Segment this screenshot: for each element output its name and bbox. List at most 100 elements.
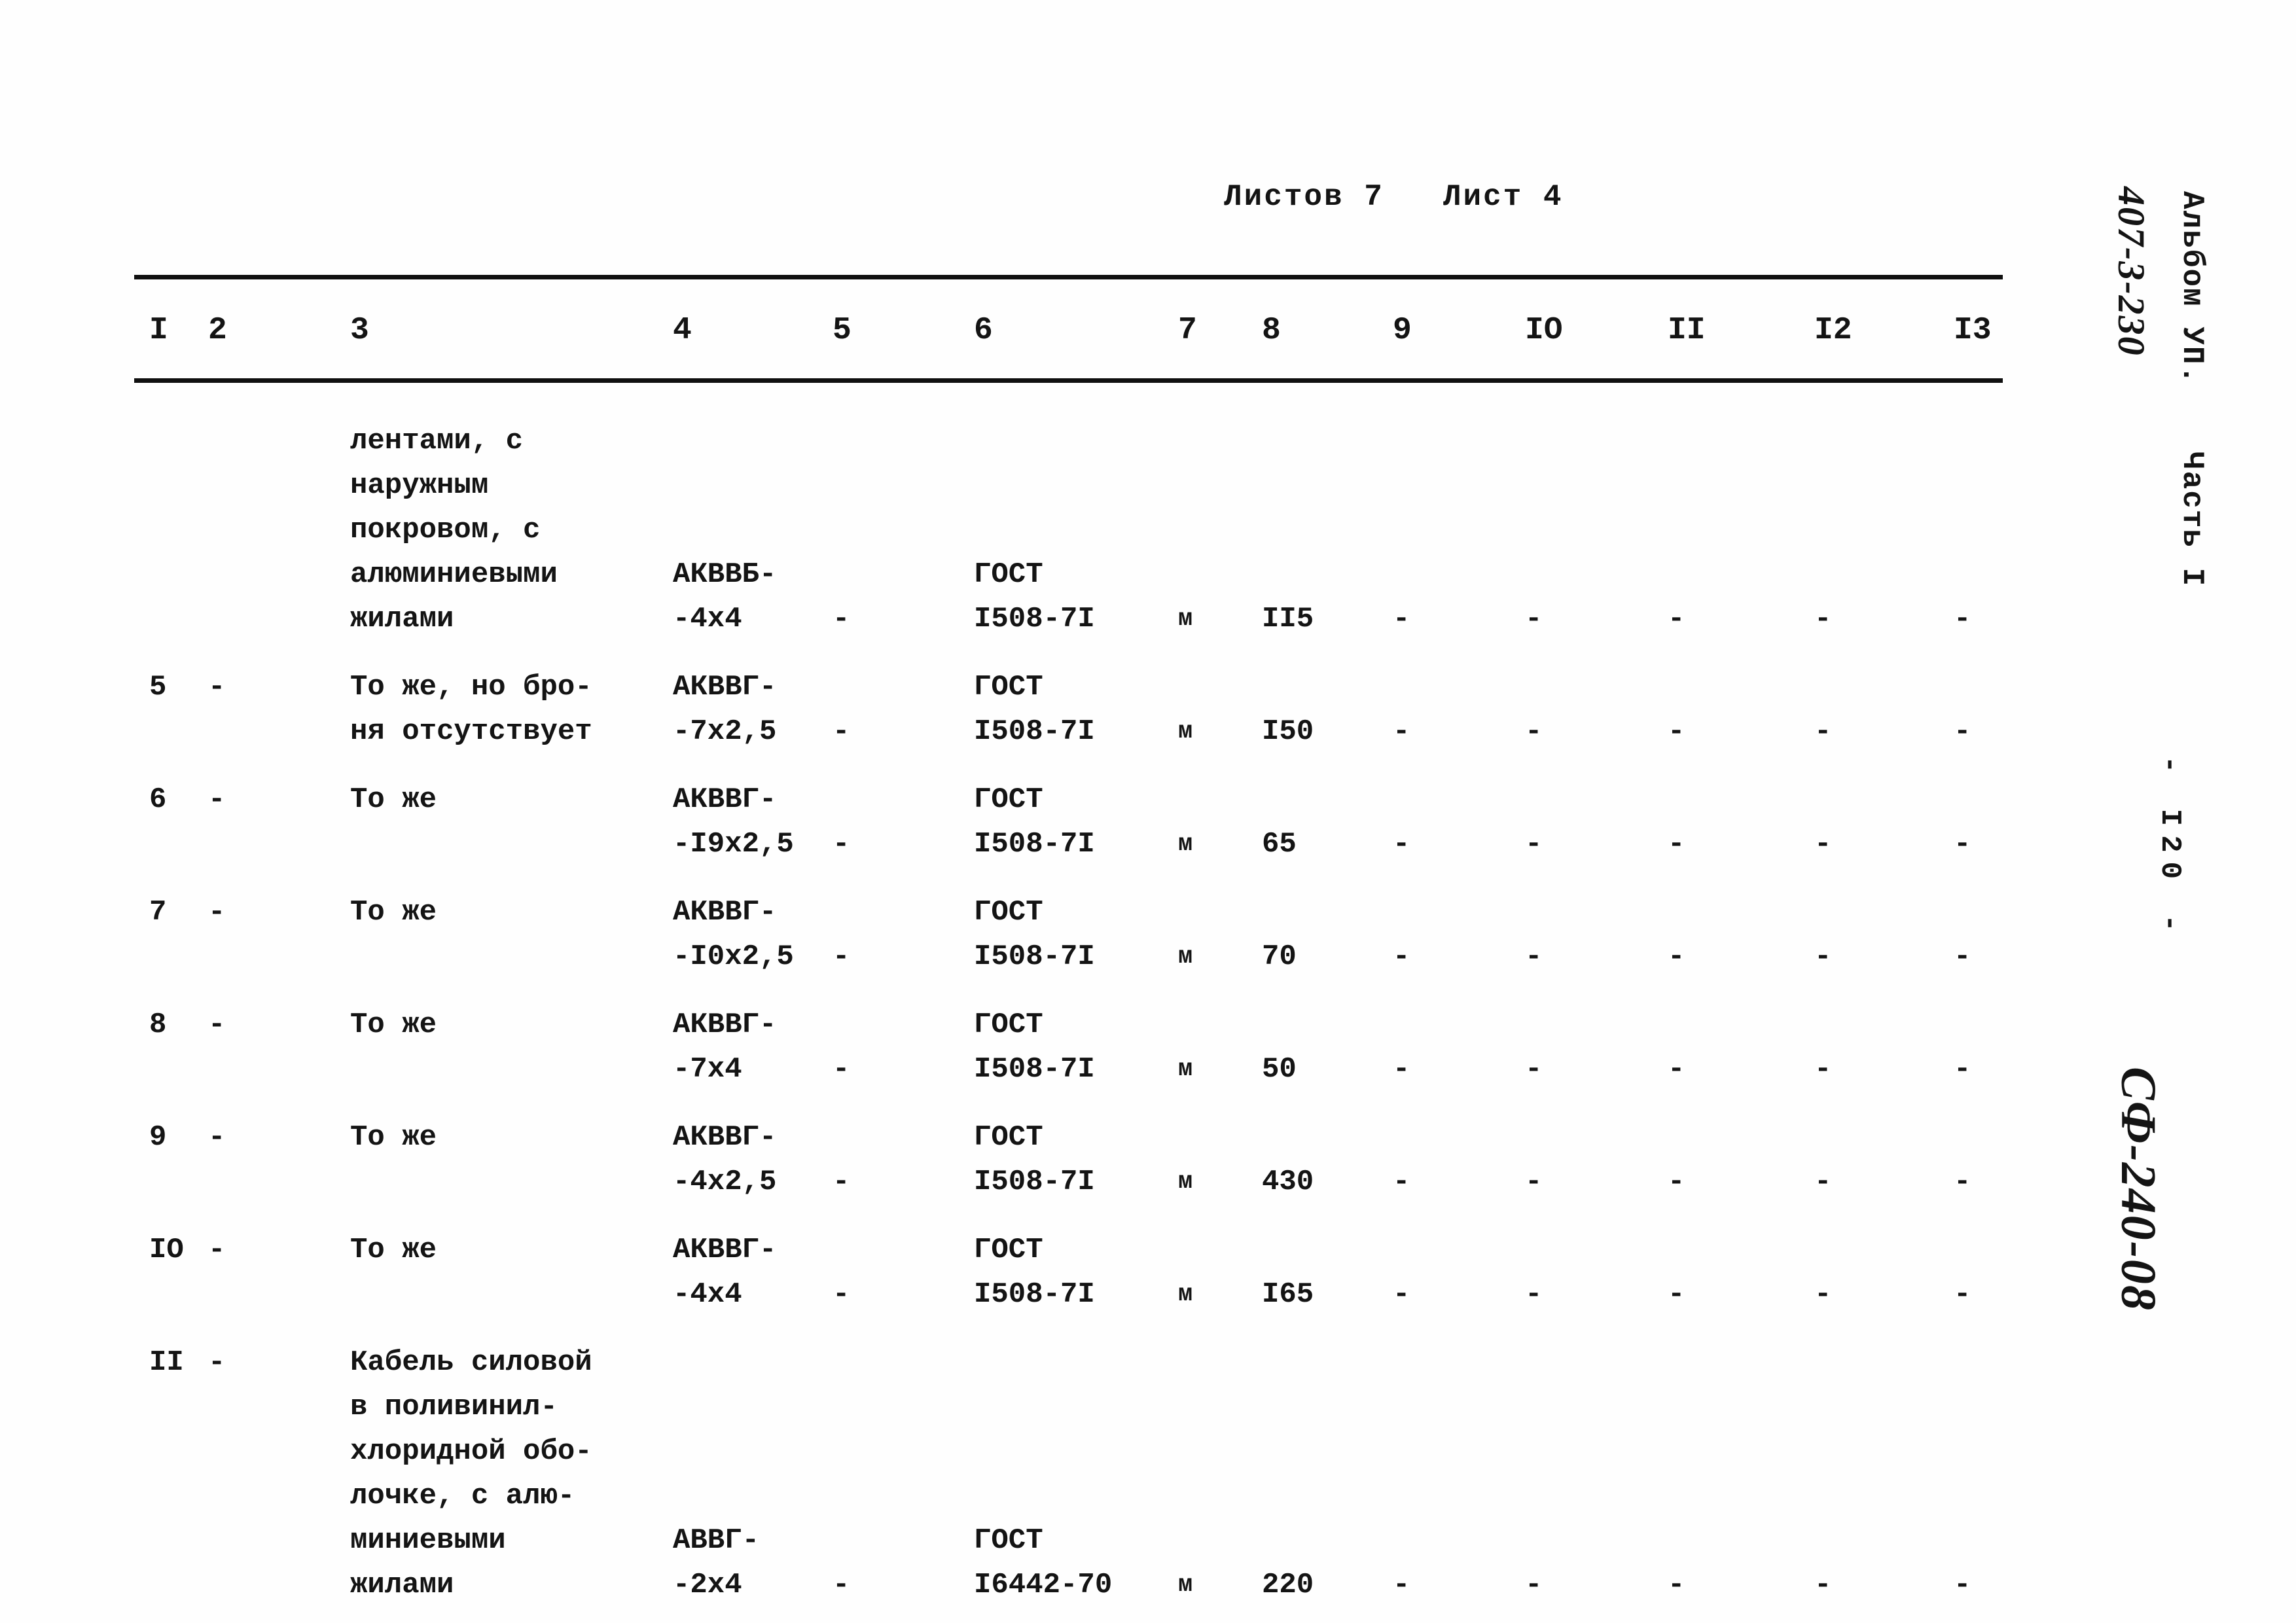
column-number-11: II: [1668, 313, 1706, 348]
row-cable-mark: АВВГ- -2х4: [673, 1524, 760, 1601]
row-col13-value: -: [1954, 715, 1971, 748]
row-col10-value: -: [1525, 940, 1543, 973]
row-col11-value: -: [1668, 715, 1685, 748]
row-col10-value: -: [1525, 1278, 1543, 1311]
row-col12-value: -: [1814, 1278, 1832, 1311]
row-col9-value: -: [1393, 603, 1410, 635]
row-col9-value: -: [1393, 828, 1410, 861]
row-col12-value: -: [1814, 603, 1832, 635]
sheets-total-label: Листов 7: [1224, 180, 1384, 214]
row-description: То же: [350, 1234, 437, 1266]
table-row: IO - То же АКВВГ- -4х4- ГОСТ I508-7I м I65- - - -…: [0, 1228, 2296, 1317]
row-col2-value: -: [208, 1346, 226, 1379]
row-col5-value: -: [833, 1166, 850, 1198]
row-standard: ГОСТ I508-7I: [974, 896, 1095, 973]
row-standard: ГОСТ I508-7I: [974, 1008, 1095, 1086]
table-row: 8 - То же АКВВГ- -7х4 - ГОСТ I508-7I м 50 - - - - -: [0, 1003, 2296, 1092]
table-row: 9 - То же АКВВГ- -4х2,5 - ГОСТ I508-7I м 430 - - -…: [0, 1115, 2296, 1204]
archive-stamp: СФ-240-08: [2111, 1067, 2166, 1311]
column-number-8: 8: [1262, 313, 1281, 348]
row-unit: м: [1178, 1571, 1193, 1599]
column-number-4: 4: [673, 313, 692, 348]
row-number: 7: [149, 896, 167, 929]
row-col12-value: -: [1814, 940, 1832, 973]
table-top-rule: [134, 275, 2003, 279]
row-quantity: II5: [1262, 603, 1314, 635]
row-col11-value: -: [1668, 1166, 1685, 1198]
row-description: То же, но бро- ня отсутствует: [350, 671, 592, 748]
row-unit: м: [1178, 718, 1193, 745]
row-col9-value: -: [1393, 1166, 1410, 1198]
row-quantity: I50: [1262, 715, 1314, 748]
row-col5-value: -: [833, 1569, 850, 1601]
column-number-5: 5: [833, 313, 852, 348]
column-number-6: 6: [974, 313, 993, 348]
row-col9-value: -: [1393, 715, 1410, 748]
table-row: II - Кабель силовой в поливинил- хлоридной…: [0, 1340, 2296, 1607]
row-cable-mark: АКВВБ- -4х4: [673, 558, 777, 635]
table-row: 6 - То же АКВВГ- -I9х2,5 - ГОСТ I508-7I м 65 - - -…: [0, 777, 2296, 866]
row-col13-value: -: [1954, 1053, 1971, 1086]
column-number-9: 9: [1393, 313, 1412, 348]
album-label: Альбом УП.: [2175, 191, 2209, 385]
row-col12-value: -: [1814, 1569, 1832, 1601]
row-col13-value: -: [1954, 603, 1971, 635]
column-number-2: 2: [208, 313, 227, 348]
row-standard: ГОСТ I508-7I: [974, 671, 1095, 748]
row-standard: ГОСТ I508-7I: [974, 558, 1095, 635]
row-col9-value: -: [1393, 1278, 1410, 1311]
row-unit: м: [1178, 1168, 1193, 1196]
row-col13-value: -: [1954, 828, 1971, 861]
row-quantity: 430: [1262, 1166, 1314, 1198]
row-cable-mark: АКВВГ- -I9х2,5: [673, 783, 794, 861]
column-number-row: I 2 3 4 5 6 7 8 9 IO II I2 I3: [0, 313, 2296, 359]
row-col5-value: -: [833, 1053, 850, 1086]
row-col2-value: -: [208, 1121, 226, 1154]
page-number-label: - I20 -: [2153, 756, 2186, 941]
row-col13-value: -: [1954, 1166, 1971, 1198]
row-col9-value: -: [1393, 1053, 1410, 1086]
row-col9-value: -: [1393, 940, 1410, 973]
row-number: 5: [149, 671, 167, 704]
part-label: Часть I: [2175, 452, 2209, 588]
row-col2-value: -: [208, 896, 226, 929]
row-col2-value: -: [208, 1008, 226, 1041]
row-unit: м: [1178, 830, 1193, 858]
row-quantity: 65: [1262, 828, 1297, 861]
table-row: 7 - То же АКВВГ- -I0х2,5 - ГОСТ I508-7I м 70 - - -…: [0, 890, 2296, 979]
specification-table-body: лентами, с наружным покровом, с алюминие…: [0, 419, 2296, 1607]
column-number-1: I: [149, 313, 168, 348]
row-description: То же: [350, 1121, 437, 1154]
row-unit: м: [1178, 1056, 1193, 1083]
row-number: IO: [149, 1234, 184, 1266]
row-col11-value: -: [1668, 1053, 1685, 1086]
row-col9-value: -: [1393, 1569, 1410, 1601]
row-col5-value: -: [833, 1278, 850, 1311]
row-unit: м: [1178, 1281, 1193, 1308]
row-col2-value: -: [208, 783, 226, 816]
row-col12-value: -: [1814, 1166, 1832, 1198]
row-col12-value: -: [1814, 1053, 1832, 1086]
row-quantity: 220: [1262, 1569, 1314, 1601]
document-page: Листов 7 Лист 4 I 2 3 4 5 6 7 8 9 IO II I…: [0, 0, 2296, 1623]
row-col2-value: -: [208, 1234, 226, 1266]
row-col10-value: -: [1525, 1569, 1543, 1601]
sheet-counter-header: Листов 7 Лист 4: [1224, 180, 1563, 214]
row-description: Кабель силовой в поливинил- хлоридной об…: [350, 1346, 592, 1601]
column-number-12: I2: [1814, 313, 1852, 348]
row-col5-value: -: [833, 715, 850, 748]
row-col13-value: -: [1954, 940, 1971, 973]
row-col2-value: -: [208, 671, 226, 704]
row-quantity: I65: [1262, 1278, 1314, 1311]
sheet-current-label: Лист 4: [1443, 180, 1564, 214]
row-quantity: 70: [1262, 940, 1297, 973]
row-col10-value: -: [1525, 603, 1543, 635]
row-col11-value: -: [1668, 1569, 1685, 1601]
table-row: лентами, с наружным покровом, с алюминие…: [0, 419, 2296, 641]
row-col13-value: -: [1954, 1278, 1971, 1311]
row-description: То же: [350, 783, 437, 816]
row-cable-mark: АКВВГ- -I0х2,5: [673, 896, 794, 973]
row-col5-value: -: [833, 603, 850, 635]
column-number-3: 3: [350, 313, 369, 348]
row-col12-value: -: [1814, 715, 1832, 748]
